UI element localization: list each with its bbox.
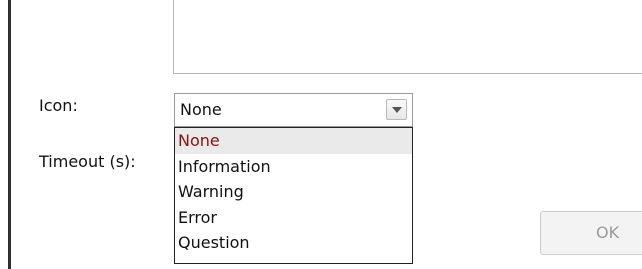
chevron-down-icon: [392, 107, 402, 113]
option-none[interactable]: None: [175, 128, 412, 154]
ok-button[interactable]: OK: [540, 211, 642, 255]
icon-label: Icon:: [39, 96, 78, 115]
icon-select[interactable]: None: [174, 93, 413, 127]
dropdown-button[interactable]: [386, 99, 407, 120]
option-error[interactable]: Error: [175, 205, 412, 231]
option-question[interactable]: Question: [175, 230, 412, 256]
option-information[interactable]: Information: [175, 154, 412, 180]
timeout-label: Timeout (s):: [39, 152, 136, 171]
message-textarea[interactable]: [173, 0, 642, 74]
icon-select-value: None: [180, 100, 222, 119]
option-warning[interactable]: Warning: [175, 179, 412, 205]
icon-dropdown-list: None Information Warning Error Question: [174, 127, 413, 264]
window-edge: [0, 0, 12, 269]
